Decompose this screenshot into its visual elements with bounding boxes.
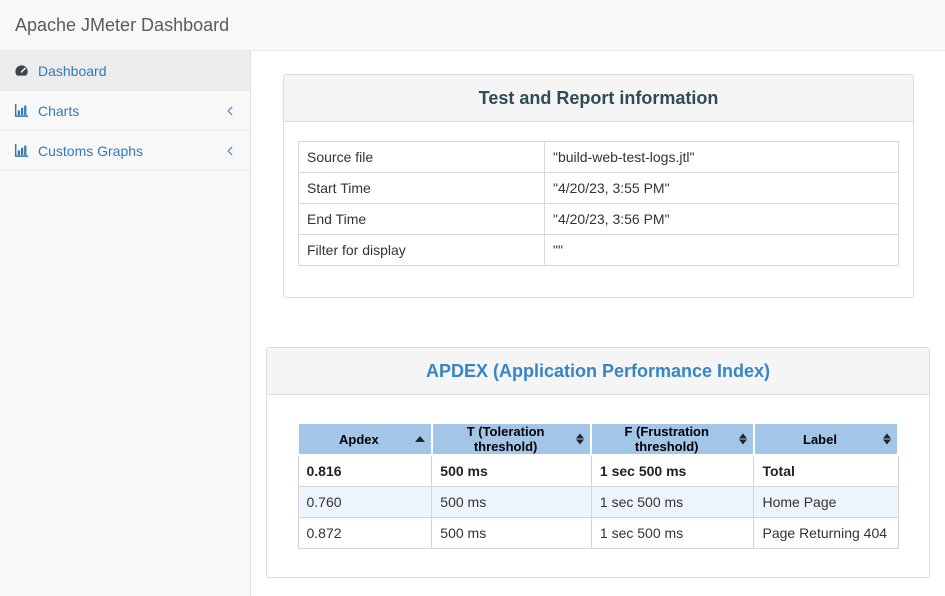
- sidebar: Dashboard Charts Customs Gr: [0, 51, 251, 596]
- sidebar-item-label: Customs Graphs: [38, 143, 143, 159]
- info-label: Filter for display: [299, 235, 545, 266]
- apdex-panel: APDEX (Application Performance Index) Ap…: [266, 347, 930, 578]
- info-label: Start Time: [299, 173, 545, 204]
- app-title: Apache JMeter Dashboard: [15, 15, 229, 36]
- sidebar-item-label: Charts: [38, 103, 79, 119]
- info-value: "4/20/23, 3:55 PM": [545, 173, 899, 204]
- sort-icon: [739, 434, 747, 445]
- cell-frustration: 1 sec 500 ms: [591, 487, 754, 518]
- table-row: Source file "build-web-test-logs.jtl": [299, 142, 899, 173]
- cell-frustration: 1 sec 500 ms: [591, 455, 754, 487]
- info-value: "build-web-test-logs.jtl": [545, 142, 899, 173]
- info-label: Source file: [299, 142, 545, 173]
- tachometer-icon: [14, 63, 29, 78]
- cell-apdex: 0.872: [298, 518, 432, 549]
- sort-icon: [576, 434, 584, 445]
- test-info-panel: Test and Report information Source file …: [283, 74, 914, 298]
- cell-apdex: 0.816: [298, 455, 432, 487]
- table-row: Start Time "4/20/23, 3:55 PM": [299, 173, 899, 204]
- sort-asc-icon: [415, 436, 425, 442]
- apdex-table: Apdex T (Toleration threshold) F (Frustr…: [297, 422, 899, 549]
- table-row-total: 0.816 500 ms 1 sec 500 ms Total: [298, 455, 898, 487]
- sidebar-item-label: Dashboard: [38, 63, 107, 79]
- cell-label: Total: [754, 455, 898, 487]
- sidebar-item-dashboard[interactable]: Dashboard: [0, 51, 250, 91]
- app-header: Apache JMeter Dashboard: [0, 0, 945, 51]
- test-info-panel-header: Test and Report information: [284, 75, 913, 122]
- sort-icon: [883, 434, 891, 445]
- info-label: End Time: [299, 204, 545, 235]
- table-row: Filter for display "": [299, 235, 899, 266]
- cell-toleration: 500 ms: [432, 487, 592, 518]
- cell-toleration: 500 ms: [432, 455, 592, 487]
- chevron-left-icon: [224, 145, 236, 157]
- info-value: "4/20/23, 3:56 PM": [545, 204, 899, 235]
- test-info-panel-body: Source file "build-web-test-logs.jtl" St…: [284, 122, 913, 285]
- cell-toleration: 500 ms: [432, 518, 592, 549]
- sidebar-item-customs-graphs[interactable]: Customs Graphs: [0, 131, 250, 171]
- test-info-title: Test and Report information: [479, 88, 719, 109]
- apdex-panel-body: Apdex T (Toleration threshold) F (Frustr…: [267, 395, 929, 581]
- column-header-toleration[interactable]: T (Toleration threshold): [432, 423, 592, 455]
- apdex-title: APDEX (Application Performance Index): [426, 361, 770, 382]
- test-info-table: Source file "build-web-test-logs.jtl" St…: [298, 141, 899, 266]
- column-header-apdex[interactable]: Apdex: [298, 423, 432, 455]
- info-value: "": [545, 235, 899, 266]
- apdex-header-row: Apdex T (Toleration threshold) F (Frustr…: [298, 423, 898, 455]
- cell-label: Page Returning 404: [754, 518, 898, 549]
- cell-frustration: 1 sec 500 ms: [591, 518, 754, 549]
- bar-chart-icon: [14, 143, 29, 158]
- table-row: 0.760 500 ms 1 sec 500 ms Home Page: [298, 487, 898, 518]
- chevron-left-icon: [224, 105, 236, 117]
- cell-apdex: 0.760: [298, 487, 432, 518]
- cell-label: Home Page: [754, 487, 898, 518]
- table-row: End Time "4/20/23, 3:56 PM": [299, 204, 899, 235]
- table-row: 0.872 500 ms 1 sec 500 ms Page Returning…: [298, 518, 898, 549]
- sidebar-item-charts[interactable]: Charts: [0, 91, 250, 131]
- column-header-frustration[interactable]: F (Frustration threshold): [591, 423, 754, 455]
- apdex-panel-header: APDEX (Application Performance Index): [267, 348, 929, 395]
- column-header-label[interactable]: Label: [754, 423, 898, 455]
- bar-chart-icon: [14, 103, 29, 118]
